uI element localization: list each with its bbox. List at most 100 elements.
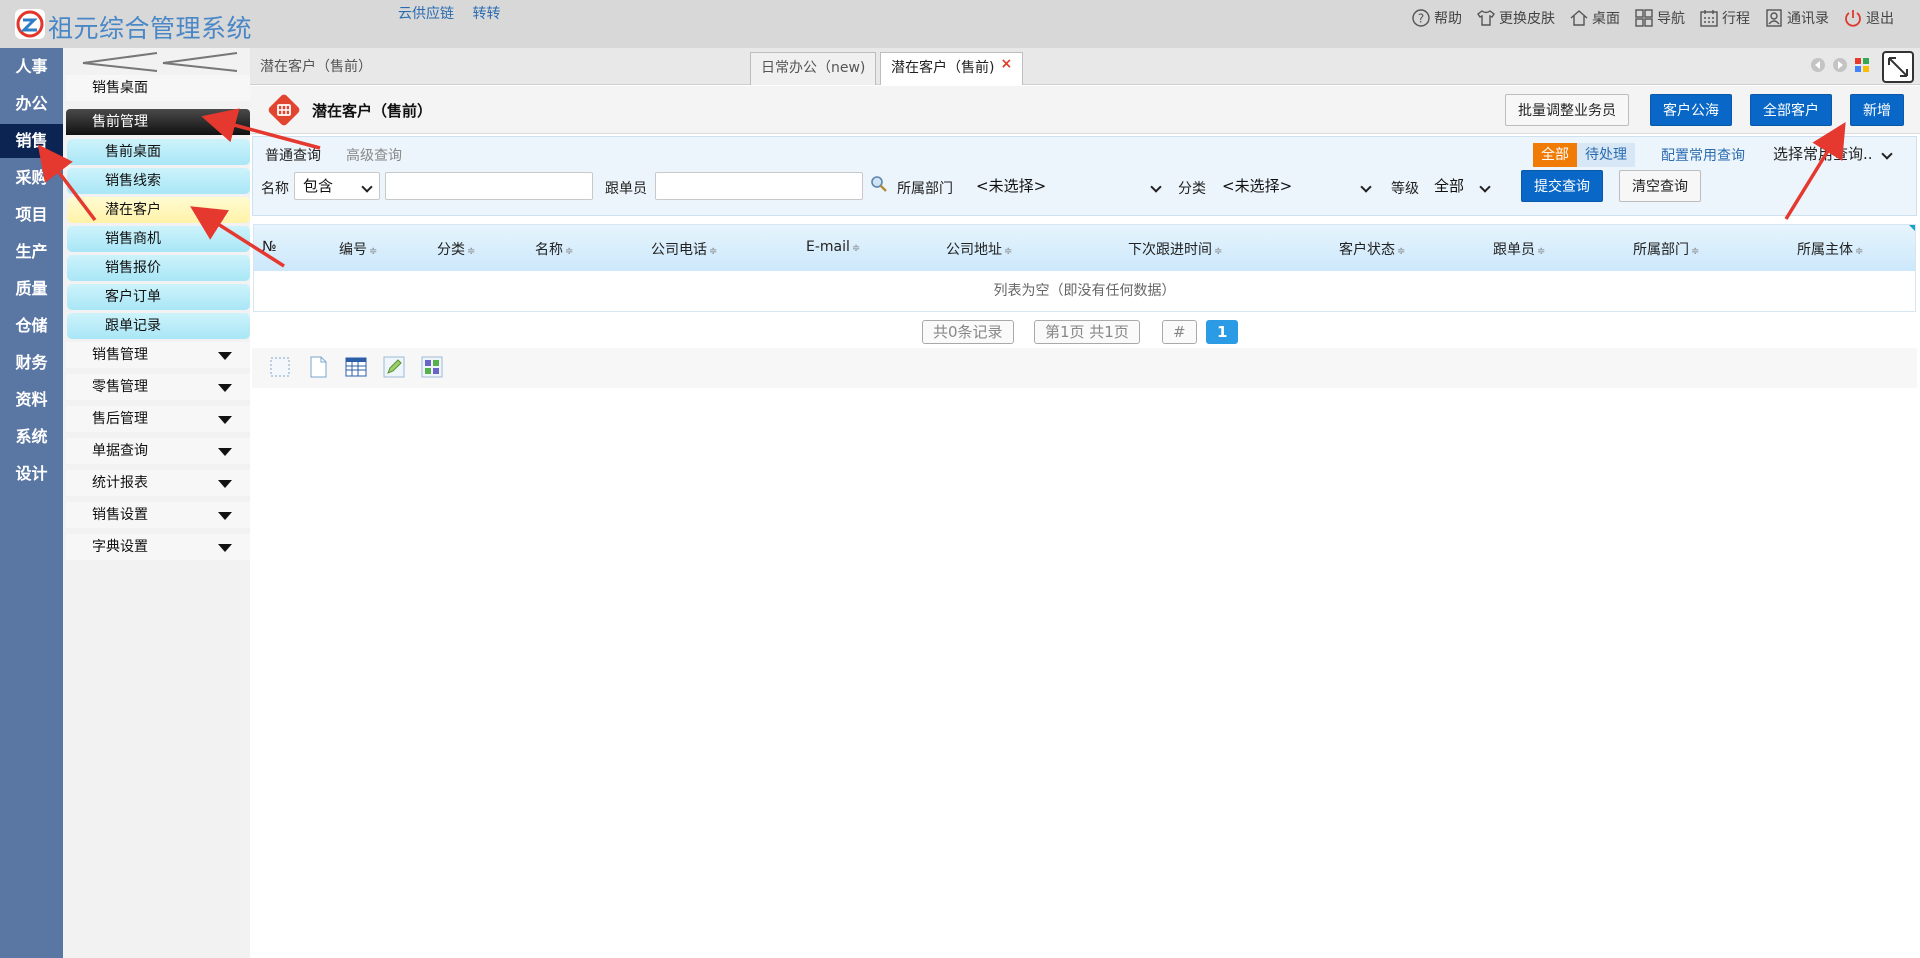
tab-potential-customers[interactable]: 潜在客户（售前) × [880, 52, 1024, 85]
sidebar-group-reports[interactable]: 统计报表 [66, 470, 250, 496]
sidebar-sub-potential-customers[interactable]: 潜在客户 [67, 197, 250, 223]
filter-all[interactable]: 全部 [1533, 143, 1577, 167]
module-design[interactable]: 设计 [0, 457, 63, 491]
col-email[interactable]: E-mail ≑ [806, 239, 860, 255]
link-transfer[interactable]: 转转 [472, 6, 500, 22]
search-icon[interactable] [869, 174, 889, 194]
sidebar: 销售桌面 售前管理 售前桌面 销售线索 潜在客户 销售商机 销售报价 客户订单 … [63, 48, 250, 958]
table-header: № 编号 ≑ 分类 ≑ 名称 ≑ 公司电话 ≑ E-mail ≑ 公司地址 ≑ 下次跟进时间… [254, 225, 1915, 271]
tab-scroll-right-icon[interactable] [1832, 57, 1848, 73]
change-skin-button[interactable]: 更换皮肤 [1476, 8, 1555, 28]
department-select[interactable]: <未选择> [967, 172, 1169, 200]
sidebar-sub-presales-desktop[interactable]: 售前桌面 [67, 139, 250, 165]
category-select[interactable]: <未选择> [1213, 172, 1379, 200]
schedule-button[interactable]: 行程 [1699, 8, 1750, 28]
puzzle-settings-icon[interactable] [420, 355, 444, 379]
pager-current-page[interactable]: 1 [1206, 320, 1239, 344]
tab-list-icon[interactable] [1854, 57, 1870, 73]
col-address[interactable]: 公司地址 ≑ [946, 239, 1012, 259]
customer-pool-button[interactable]: 客户公海 [1650, 94, 1732, 126]
level-select[interactable]: 全部 [1425, 172, 1498, 200]
col-next-follow-label: 下次跟进时间 [1128, 242, 1212, 258]
blank-document-icon[interactable] [306, 355, 330, 379]
clear-query-button[interactable]: 清空查询 [1619, 170, 1701, 202]
sidebar-group-presales[interactable]: 售前管理 [66, 109, 250, 135]
module-purchase[interactable]: 采购 [0, 161, 63, 195]
module-finance[interactable]: 财务 [0, 346, 63, 380]
link-cloud-supply[interactable]: 云供应链 [398, 6, 454, 22]
col-code[interactable]: 编号 ≑ [339, 239, 377, 259]
sidebar-sub-sales-leads[interactable]: 销售线索 [67, 168, 250, 194]
module-warehouse[interactable]: 仓储 [0, 309, 63, 343]
module-system[interactable]: 系统 [0, 420, 63, 454]
tab-normal-query[interactable]: 普通查询 [265, 145, 321, 165]
contacts-button[interactable]: 通讯录 [1764, 8, 1829, 28]
batch-adjust-salesman-button[interactable]: 批量调整业务员 [1505, 94, 1629, 126]
tab-advanced-query[interactable]: 高级查询 [346, 145, 402, 165]
add-new-button[interactable]: 新增 [1850, 94, 1904, 126]
svg-text:?: ? [1418, 12, 1424, 26]
module-bar: 人事 办公 销售 采购 项目 生产 质量 仓储 财务 资料 系统 设计 [0, 48, 63, 958]
sidebar-group-dictionary[interactable]: 字典设置 [66, 534, 250, 560]
sidebar-group-after-sales[interactable]: 售后管理 [66, 406, 250, 432]
sidebar-item-sales-desktop[interactable]: 销售桌面 [66, 75, 250, 101]
submit-query-button[interactable]: 提交查询 [1521, 170, 1603, 202]
table-view-icon[interactable] [344, 355, 368, 379]
close-tab-icon[interactable]: × [1000, 56, 1012, 72]
desktop-button[interactable]: 桌面 [1569, 8, 1620, 28]
sort-icon: ≑ [709, 246, 718, 257]
level-label: 等级 [1391, 181, 1419, 197]
module-data[interactable]: 资料 [0, 383, 63, 417]
name-input[interactable] [385, 172, 593, 200]
tab-daily-office[interactable]: 日常办公（new) [750, 52, 877, 85]
customer-table: № 编号 ≑ 分类 ≑ 名称 ≑ 公司电话 ≑ E-mail ≑ 公司地址 ≑ 下次跟进时间… [253, 224, 1916, 312]
col-status[interactable]: 客户状态 ≑ [1339, 239, 1405, 259]
table-corner-marker [1909, 225, 1915, 231]
module-production[interactable]: 生产 [0, 235, 63, 269]
sidebar-sub-customer-orders[interactable]: 客户订单 [67, 284, 250, 310]
all-customers-button[interactable]: 全部客户 [1750, 94, 1832, 126]
select-columns-icon[interactable] [268, 355, 292, 379]
sidebar-sub-follow-records[interactable]: 跟单记录 [67, 313, 250, 339]
sidebar-sub-opportunities[interactable]: 销售商机 [67, 226, 250, 252]
sidebar-group-retail[interactable]: 零售管理 [66, 374, 250, 400]
module-sales[interactable]: 销售 [0, 124, 63, 158]
filter-pending[interactable]: 待处理 [1577, 143, 1635, 167]
col-category-label: 分类 [437, 242, 465, 258]
common-query-select[interactable]: 选择常用查询.. [1773, 140, 1895, 168]
fullscreen-icon[interactable] [1882, 51, 1914, 83]
sort-icon: ≑ [369, 246, 378, 257]
chevron-down-icon [218, 512, 232, 520]
col-no: № [262, 239, 277, 255]
pager-jump[interactable]: # [1162, 320, 1197, 344]
name-operator-select[interactable]: 包含 [294, 172, 380, 200]
collapse-sidebar-icon[interactable] [77, 50, 241, 74]
module-hr[interactable]: 人事 [0, 50, 63, 84]
edit-pencil-icon[interactable] [382, 355, 406, 379]
chevron-down-icon [218, 480, 232, 488]
config-common-query-link[interactable]: 配置常用查询 [1661, 145, 1745, 165]
sidebar-group-doc-query[interactable]: 单据查询 [66, 438, 250, 464]
help-button[interactable]: ? 帮助 [1411, 8, 1462, 28]
col-next-follow[interactable]: 下次跟进时间 ≑ [1128, 239, 1222, 259]
col-follower-label: 跟单员 [1493, 242, 1535, 258]
follower-input[interactable] [655, 172, 863, 200]
col-phone[interactable]: 公司电话 ≑ [651, 239, 717, 259]
tab-scroll-left-icon[interactable] [1810, 57, 1826, 73]
sidebar-group-sales-mgmt[interactable]: 销售管理 [66, 342, 250, 368]
col-name[interactable]: 名称 ≑ [535, 239, 573, 259]
nav-button[interactable]: 导航 [1634, 8, 1685, 28]
col-follower[interactable]: 跟单员 ≑ [1493, 239, 1545, 259]
chevron-down-icon [218, 448, 232, 456]
col-entity[interactable]: 所属主体 ≑ [1797, 239, 1863, 259]
sidebar-sub-quotations[interactable]: 销售报价 [67, 255, 250, 281]
follower-label: 跟单员 [605, 181, 647, 197]
module-office[interactable]: 办公 [0, 87, 63, 121]
col-department[interactable]: 所属部门 ≑ [1633, 239, 1699, 259]
module-quality[interactable]: 质量 [0, 272, 63, 306]
logout-button[interactable]: 退出 [1843, 8, 1894, 28]
module-project[interactable]: 项目 [0, 198, 63, 232]
sidebar-group-label: 销售管理 [92, 347, 148, 363]
sidebar-group-sales-settings[interactable]: 销售设置 [66, 502, 250, 528]
col-category[interactable]: 分类 ≑ [437, 239, 475, 259]
